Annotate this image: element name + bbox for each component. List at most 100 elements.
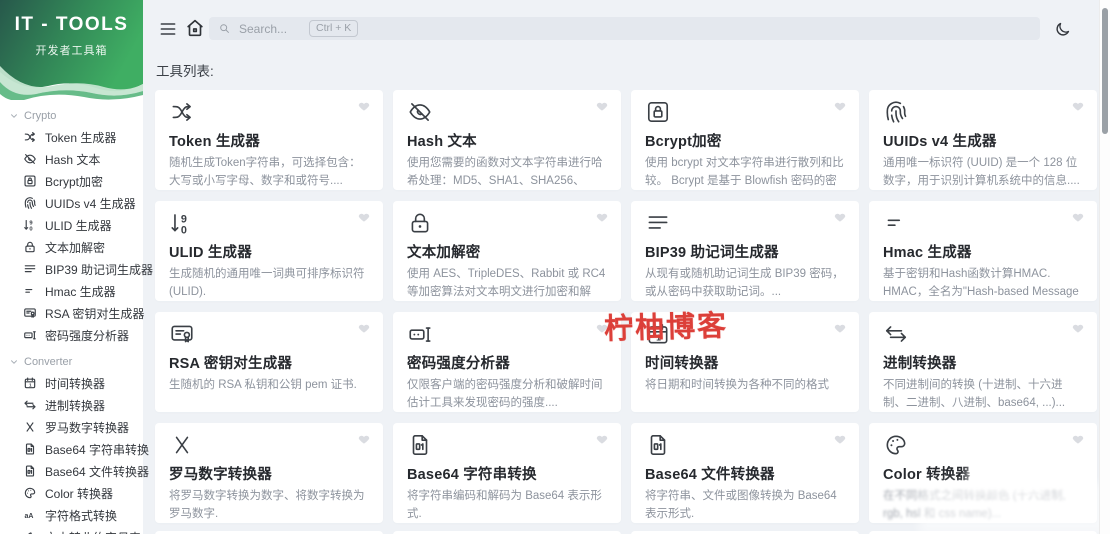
sidebar-item-rsa-key-pair-generator[interactable]: RSA 密钥对生成器 xyxy=(0,302,145,324)
svg-text:0: 0 xyxy=(181,224,187,236)
tool-card-hash-text[interactable]: Hash 文本 使用您需要的函数对文本字符串进行哈希处理：MD5、SHA1、SH… xyxy=(393,90,621,190)
sidebar-item-uuids-generator[interactable]: UUIDs v4 生成器 xyxy=(0,192,143,214)
fingerprint-icon xyxy=(23,196,37,210)
tool-card-description: 基于密钥和Hash函数计算HMAC. HMAC，全名为"Hash-based M… xyxy=(883,268,1079,298)
sidebar-item-bip39-generator[interactable]: BIP39 助记词生成器 xyxy=(0,258,153,280)
favorite-heart-icon[interactable] xyxy=(1071,99,1085,113)
tool-card-title: ULID 生成器 xyxy=(169,245,252,261)
favorite-heart-icon[interactable] xyxy=(357,432,371,446)
sidebar-item-text-encryption[interactable]: 文本加解密 xyxy=(0,236,143,258)
sidebar-item-bcrypt[interactable]: Bcrypt加密 xyxy=(0,170,143,192)
tool-card-hmac-generator[interactable]: Hmac 生成器 基于密钥和Hash函数计算HMAC. HMAC，全名为"Has… xyxy=(869,201,1097,301)
sidebar-item-label: Base64 文件转换器 xyxy=(45,464,150,479)
favorite-heart-icon[interactable] xyxy=(357,210,371,224)
favorite-heart-icon[interactable] xyxy=(1071,210,1085,224)
sidebar-item-date-converter[interactable]: 1 时间转换器 xyxy=(0,372,143,394)
app-logo[interactable]: IT - TOOLS 开发者工具箱 xyxy=(0,0,143,100)
sidebar-item-token-generator[interactable]: Token 生成器 xyxy=(0,126,143,148)
search-bar[interactable]: Ctrl + K xyxy=(209,17,1040,40)
search-icon xyxy=(218,22,231,35)
sidebar-item-label: Hash 文本 xyxy=(45,152,101,167)
favorite-heart-icon[interactable] xyxy=(833,210,847,224)
tool-card-base64-string-converter[interactable]: Base64 字符串转换 将字符串编码和解码为 Base64 表示形式. xyxy=(393,423,621,523)
palette-icon xyxy=(23,486,37,500)
scrollbar-thumb[interactable] xyxy=(1102,8,1108,134)
sidebar-item-label: 密码强度分析器 xyxy=(45,328,130,343)
tool-card-description: 使用 AES、TripleDES、Rabbit 或 RC4 等加密算法对文本明文… xyxy=(407,268,606,298)
eye-off-icon xyxy=(407,99,433,125)
tool-card-base-converter[interactable]: 进制转换器 不同进制间的转换 (十进制、十六进制、二进制、八进制、base64,… xyxy=(869,312,1097,412)
tool-card-bcrypt[interactable]: Bcrypt加密 使用 bcrypt 对文本字符串进行散列和比较。 Bcrypt… xyxy=(631,90,859,190)
tool-card-title: 文本加解密 xyxy=(407,245,481,261)
favorite-heart-icon[interactable] xyxy=(833,99,847,113)
watermark-text: 柠柚博客 xyxy=(603,310,729,346)
favorite-heart-icon[interactable] xyxy=(833,321,847,335)
sidebar-item-password-strength-analyser[interactable]: 密码强度分析器 xyxy=(0,324,143,346)
tool-card-ulid-generator[interactable]: 90 ULID 生成器 生成随机的通用唯一词典可排序标识符 (ULID). xyxy=(155,201,383,301)
favorite-heart-icon[interactable] xyxy=(357,99,371,113)
sidebar-section-crypto: Crypto Token 生成器 Hash 文本 Bcrypt加密 UUIDs … xyxy=(0,106,153,346)
sidebar-item-ulid-generator[interactable]: 90 ULID 生成器 xyxy=(0,214,143,236)
favorite-heart-icon[interactable] xyxy=(1071,432,1085,446)
sidebar-item-hash-text[interactable]: Hash 文本 xyxy=(0,148,143,170)
letter-case-icon: aA xyxy=(23,508,37,522)
tool-card-base64-file-converter[interactable]: Base64 文件转换器 将字符串、文件或图像转换为 Base64 表示形式. xyxy=(631,423,859,523)
tool-card-description: 将字符串、文件或图像转换为 Base64 表示形式. xyxy=(645,490,837,520)
tool-card-description: 将日期和时间转换为各种不同的格式 xyxy=(645,379,829,391)
tool-card-description: 不同进制间的转换 (十进制、十六进制、二进制、八进制、base64, ...).… xyxy=(883,379,1066,409)
sidebar-item-base64-string-converter[interactable]: Base64 字符串转换 xyxy=(0,438,149,460)
sidebar-item-hmac-generator[interactable]: Hmac 生成器 xyxy=(0,280,143,302)
favorite-heart-icon[interactable] xyxy=(595,99,609,113)
tool-card-bip39-generator[interactable]: BIP39 助记词生成器 从现有或随机助记词生成 BIP39 密码，或从密码中获… xyxy=(631,201,859,301)
favorite-heart-icon[interactable] xyxy=(357,321,371,335)
sidebar-section-header[interactable]: Crypto xyxy=(0,106,143,126)
sidebar-section-label: Crypto xyxy=(24,110,57,122)
home-icon[interactable] xyxy=(184,17,206,39)
certificate-icon xyxy=(23,306,37,320)
sidebar-item-label: 进制转换器 xyxy=(45,398,106,413)
sidebar-item-label: Base64 字符串转换 xyxy=(45,442,150,457)
sidebar-item-roman-numeral-converter[interactable]: 罗马数字转换器 xyxy=(0,416,143,438)
tool-card-description: 将罗马数字转换为数字、将数字转换为罗马数字. xyxy=(169,490,365,520)
sidebar-item-label: 文本加解密 xyxy=(45,240,106,255)
favorite-heart-icon[interactable] xyxy=(595,210,609,224)
tool-card-title: UUIDs v4 生成器 xyxy=(883,134,997,150)
shuffle-icon xyxy=(23,130,37,144)
tool-card-title: Hmac 生成器 xyxy=(883,245,972,261)
tool-card-text-encryption[interactable]: 文本加解密 使用 AES、TripleDES、Rabbit 或 RC4 等加密算… xyxy=(393,201,621,301)
svg-text:0: 0 xyxy=(29,227,32,232)
favorite-heart-icon[interactable] xyxy=(595,432,609,446)
scrollbar-track[interactable] xyxy=(1099,0,1110,534)
sidebar-item-label: RSA 密钥对生成器 xyxy=(45,306,145,321)
sidebar-item-color-converter[interactable]: Color 转换器 xyxy=(0,482,143,504)
app-title: IT - TOOLS xyxy=(14,14,129,35)
sidebar-item-text-to-nato-alphabet[interactable]: 文本转北约字母表 xyxy=(0,526,143,534)
tool-card-roman-numeral-converter[interactable]: 罗马数字转换器 将罗马数字转换为数字、将数字转换为罗马数字. xyxy=(155,423,383,523)
tool-card-rsa-key-pair-generator[interactable]: RSA 密钥对生成器 生随机的 RSA 私钥和公钥 pem 证书. xyxy=(155,312,383,412)
sidebar-item-label: UUIDs v4 生成器 xyxy=(45,196,136,211)
sidebar-item-base-converter[interactable]: 进制转换器 xyxy=(0,394,143,416)
dark-mode-toggle-moon-icon[interactable] xyxy=(1053,20,1072,39)
tool-card-title: BIP39 助记词生成器 xyxy=(645,245,779,261)
sidebar-section-header[interactable]: Converter xyxy=(0,352,143,372)
fingerprint-icon xyxy=(883,99,909,125)
favorite-heart-icon[interactable] xyxy=(833,432,847,446)
search-input[interactable] xyxy=(239,21,309,36)
sort-numbers-icon: 90 xyxy=(169,210,195,236)
sidebar-item-label: BIP39 助记词生成器 xyxy=(45,262,154,277)
tool-card-title: 罗马数字转换器 xyxy=(169,467,272,483)
tool-card-token-generator[interactable]: Token 生成器 随机生成Token字符串，可选择包含：大写或小写字母、数字和… xyxy=(155,90,383,190)
menu-icon[interactable] xyxy=(158,19,178,39)
svg-text:1: 1 xyxy=(29,383,32,388)
tool-card-password-strength-analyser[interactable]: 密码强度分析器 仅限客户端的密码强度分析和破解时间估计工具来发现密码的强度...… xyxy=(393,312,621,412)
chevron-down-icon xyxy=(9,357,19,367)
short-lines-icon xyxy=(883,210,909,236)
sidebar-item-case-converter[interactable]: aA 字符格式转换 xyxy=(0,504,143,526)
tool-card-color-converter[interactable]: Color 转换器 在不同格式之间转换颜色 (十六进制, rgb, hsl 和 … xyxy=(869,423,1107,527)
sidebar-item-label: Bcrypt加密 xyxy=(45,174,104,189)
sidebar-item-label: ULID 生成器 xyxy=(45,218,112,233)
tool-card-uuids-generator[interactable]: UUIDs v4 生成器 通用唯一标识符 (UUID) 是一个 128 位数字，… xyxy=(869,90,1097,190)
favorite-heart-icon[interactable] xyxy=(1071,321,1085,335)
lock-icon xyxy=(407,210,433,236)
sidebar-item-base64-file-converter[interactable]: Base64 文件转换器 xyxy=(0,460,149,482)
